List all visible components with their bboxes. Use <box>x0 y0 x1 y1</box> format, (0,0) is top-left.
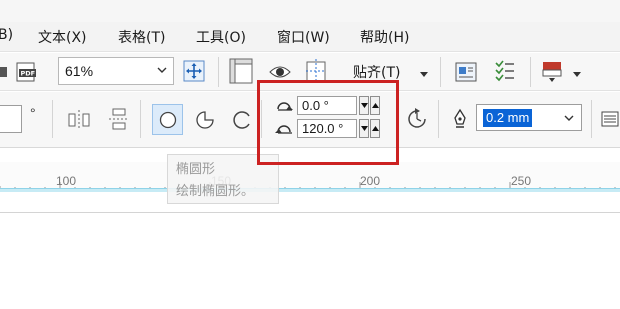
options-icon[interactable] <box>494 59 516 86</box>
ruler-baseline <box>0 188 620 192</box>
ruler-label: 100 <box>56 174 77 188</box>
toolbar-separator <box>591 100 592 138</box>
outline-width-combo[interactable]: 0.2 mm <box>476 104 582 131</box>
rulers-icon[interactable] <box>229 58 253 87</box>
toolbar-separator <box>438 100 439 138</box>
direction-icon[interactable] <box>406 107 428 134</box>
menu-item-window[interactable]: 窗口(W) <box>277 27 330 47</box>
ruler-label: 200 <box>360 174 381 188</box>
snap-to-button[interactable]: 贴齐(T) <box>353 62 400 82</box>
publish-icon[interactable] <box>0 65 8 82</box>
toolbar-separator <box>440 57 441 87</box>
page-border-line <box>0 212 620 213</box>
outline-pen-icon <box>451 108 469 133</box>
menu-item-table[interactable]: 表格(T) <box>118 27 165 47</box>
toolbar-separator <box>530 57 531 87</box>
ellipse-icon <box>158 110 178 133</box>
highlight-box <box>257 80 399 165</box>
mirror-vertical-icon[interactable] <box>107 107 129 134</box>
drawing-canvas[interactable] <box>0 193 620 309</box>
degree-symbol: ° <box>30 105 36 121</box>
toolbar-separator <box>52 100 53 138</box>
pdf-icon[interactable]: PDF <box>16 62 38 85</box>
pie-icon[interactable] <box>194 109 216 134</box>
launcher-icon[interactable] <box>541 60 563 87</box>
ruler-label: 250 <box>511 174 532 188</box>
zoom-level-combo[interactable]: 61% <box>58 57 174 85</box>
angle-input[interactable] <box>0 105 22 133</box>
launcher-dropdown-icon[interactable] <box>572 66 582 81</box>
ellipse-button[interactable] <box>152 104 183 135</box>
toolbar-separator <box>218 57 219 87</box>
tooltip-title: 椭圆形 <box>176 162 216 177</box>
arc-icon[interactable] <box>231 109 253 134</box>
toolbar-separator <box>140 100 141 138</box>
menu-item-help[interactable]: 帮助(H) <box>360 27 409 47</box>
title-bar-strip <box>0 0 620 22</box>
mirror-horizontal-icon[interactable] <box>66 108 92 133</box>
full-screen-icon[interactable] <box>182 59 206 86</box>
outline-width-value: 0.2 mm <box>483 109 533 127</box>
wrap-icon[interactable] <box>600 109 620 132</box>
snap-dropdown-icon[interactable] <box>419 66 429 81</box>
zoom-level-value: 61% <box>65 63 94 79</box>
menu-item-tools[interactable]: 工具(O) <box>196 27 246 47</box>
zoom-dropdown-icon[interactable] <box>156 64 168 79</box>
tooltip-description: 绘制椭圆形。 <box>176 184 255 199</box>
menu-bar: B) 文本(X) 表格(T) 工具(O) 窗口(W) 帮助(H) <box>0 22 620 52</box>
outline-width-dropdown-icon[interactable] <box>563 112 575 127</box>
menu-item-text[interactable]: 文本(X) <box>38 27 87 47</box>
svg-text:PDF: PDF <box>21 70 36 78</box>
welcome-screen-icon[interactable] <box>455 61 477 86</box>
menu-item-bitmaps[interactable]: B) <box>0 27 13 43</box>
